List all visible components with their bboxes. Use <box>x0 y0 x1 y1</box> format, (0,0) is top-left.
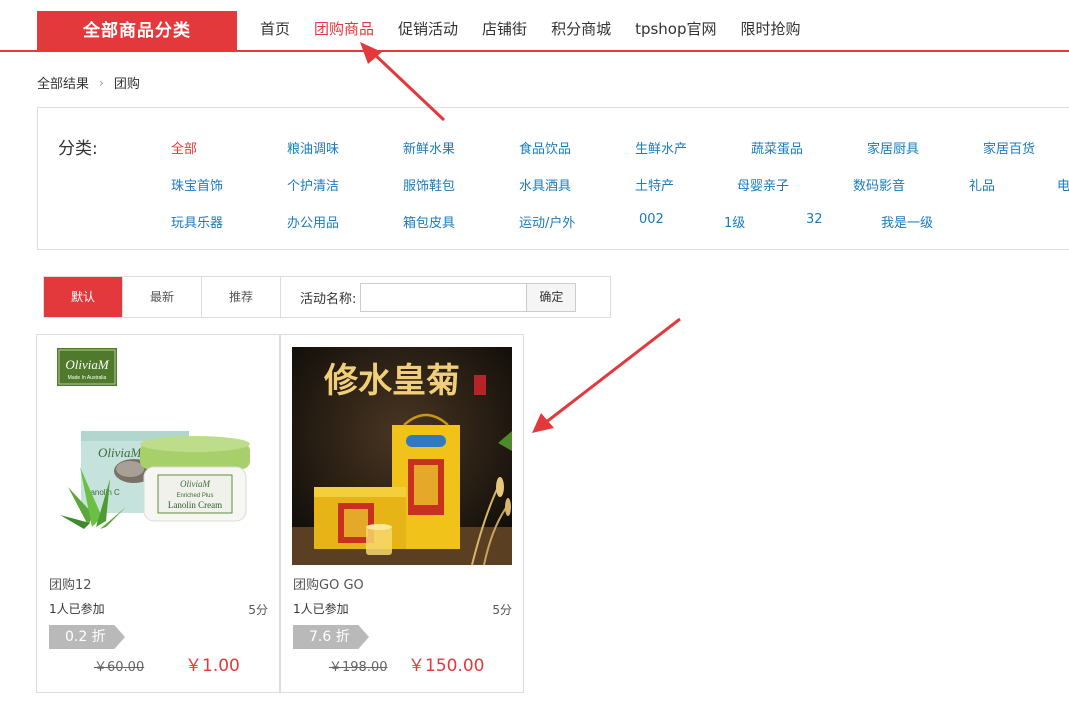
nav-points-mall[interactable]: 积分商城 <box>551 18 611 39</box>
brand-logo-text: OliviaM <box>65 357 109 372</box>
category-link[interactable]: 1级 <box>724 212 806 231</box>
product-score: 5分 <box>248 603 268 617</box>
category-link[interactable]: 礼品 <box>969 175 1057 194</box>
discount-tag: 0.2 折 <box>49 625 125 649</box>
breadcrumb-current: 团购 <box>113 77 140 92</box>
nav-group-buy[interactable]: 团购商品 <box>314 18 374 39</box>
arrow-head-product <box>532 413 554 433</box>
category-link[interactable]: 002 <box>639 212 724 231</box>
nav-promotions[interactable]: 促销活动 <box>398 18 458 39</box>
breadcrumb: 全部结果 › 团购 <box>37 73 140 93</box>
category-link[interactable]: 32 <box>806 212 881 231</box>
product-name[interactable]: 团购GO GO <box>293 574 364 593</box>
category-link[interactable]: 食品饮品 <box>519 138 635 157</box>
main-nav: 首页 团购商品 促销活动 店铺街 积分商城 tpshop官网 限时抢购 <box>260 18 825 39</box>
category-link[interactable]: 土特产 <box>635 175 737 194</box>
jar-line2-text: Lanolin Cream <box>168 500 222 510</box>
chevron-right-icon: › <box>99 75 104 90</box>
category-link[interactable]: 家居厨具 <box>867 138 983 157</box>
tab-default[interactable]: 默认 <box>44 277 123 317</box>
category-link[interactable]: 生鲜水产 <box>635 138 751 157</box>
category-link[interactable]: 数码影音 <box>853 175 969 194</box>
group-price: ￥1.00 <box>185 656 240 676</box>
nav-tpshop-site[interactable]: tpshop官网 <box>635 18 716 39</box>
activity-name-label: 活动名称: <box>300 291 357 307</box>
category-link[interactable]: 家居百货 <box>983 138 1069 157</box>
category-link[interactable]: 服饰鞋包 <box>403 175 519 194</box>
category-link[interactable]: 箱包皮具 <box>403 212 519 231</box>
category-link[interactable]: 玩具乐器 <box>171 212 287 231</box>
nav-flash-sale[interactable]: 限时抢购 <box>741 18 801 39</box>
nav-home[interactable]: 首页 <box>260 18 290 39</box>
category-link[interactable]: 粮油调味 <box>287 138 403 157</box>
top-navigation: 全部商品分类 首页 团购商品 促销活动 店铺街 积分商城 tpshop官网 限时… <box>0 0 1069 52</box>
category-link[interactable]: 个护清洁 <box>287 175 403 194</box>
category-row-3: 玩具乐器 办公用品 箱包皮具 运动/户外 002 1级 32 我是一级 <box>171 212 961 231</box>
category-link[interactable]: 电 <box>1057 175 1069 194</box>
all-categories-button[interactable]: 全部商品分类 <box>37 11 237 51</box>
product-name[interactable]: 团购12 <box>49 574 92 593</box>
category-link[interactable]: 新鲜水果 <box>403 138 519 157</box>
participants-count: 1人已参加 <box>49 602 105 616</box>
activity-name-input[interactable] <box>360 282 527 312</box>
product-image-lanolin-cream[interactable]: OliviaM Made In Australia OliviaM Lanoli… <box>48 347 268 565</box>
category-link[interactable]: 水具酒具 <box>519 175 635 194</box>
product-score: 5分 <box>492 603 512 617</box>
product-card[interactable]: OliviaM Made In Australia OliviaM Lanoli… <box>36 334 280 693</box>
category-link[interactable]: 蔬菜蛋品 <box>751 138 867 157</box>
sort-filter-bar: 默认 最新 推荐 活动名称: 确定 <box>43 276 611 318</box>
nav-store-street[interactable]: 店铺街 <box>482 18 527 39</box>
category-link[interactable]: 珠宝首饰 <box>171 175 287 194</box>
group-price: ￥150.00 <box>408 656 485 676</box>
image-title-text: 修水皇菊 <box>323 361 460 401</box>
product-image-chrysanthemum[interactable]: 修水皇菊 <box>292 347 512 565</box>
jar-brand-text: OliviaM <box>180 479 210 489</box>
tab-newest[interactable]: 最新 <box>123 277 202 317</box>
confirm-button[interactable]: 确定 <box>526 282 577 312</box>
category-link[interactable]: 运动/户外 <box>519 212 639 231</box>
original-price: ￥60.00 <box>94 660 145 675</box>
tab-recommended[interactable]: 推荐 <box>202 277 281 317</box>
category-link[interactable]: 我是一级 <box>881 212 961 231</box>
breadcrumb-root[interactable]: 全部结果 <box>37 73 89 92</box>
category-link[interactable]: 全部 <box>171 138 287 157</box>
jar-line1-text: Enriched Plus <box>176 493 213 499</box>
participants-count: 1人已参加 <box>293 602 349 616</box>
discount-tag: 7.6 折 <box>293 625 369 649</box>
category-row-1: 全部 粮油调味 新鲜水果 食品饮品 生鲜水产 蔬菜蛋品 家居厨具 家居百货 <box>171 138 1069 157</box>
brand-logo-subtext: Made In Australia <box>68 375 107 381</box>
category-row-2: 珠宝首饰 个护清洁 服饰鞋包 水具酒具 土特产 母婴亲子 数码影音 礼品 电 <box>171 175 1069 194</box>
original-price: ￥198.00 <box>329 660 388 675</box>
category-filter-box: 分类: 全部 粮油调味 新鲜水果 食品饮品 生鲜水产 蔬菜蛋品 家居厨具 家居百… <box>37 107 1069 250</box>
category-label: 分类: <box>58 139 98 159</box>
box-brand-text: OliviaM <box>98 445 142 460</box>
category-link[interactable]: 母婴亲子 <box>737 175 853 194</box>
arrow-to-product <box>544 317 681 425</box>
product-card[interactable]: 修水皇菊 团购GO GO 1人已参加 5分 7.6 折 ￥198.00 ￥150… <box>280 334 524 693</box>
category-link[interactable]: 办公用品 <box>287 212 403 231</box>
